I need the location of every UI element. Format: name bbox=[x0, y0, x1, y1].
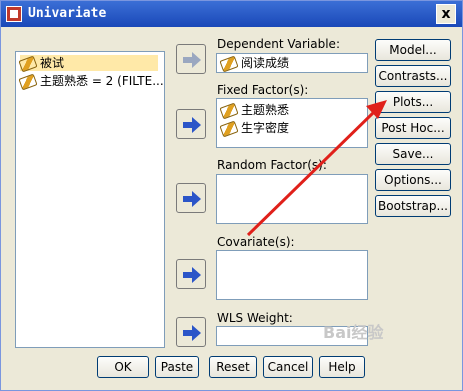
annotation-arrow-line bbox=[246, 111, 375, 237]
annotation-arrow bbox=[246, 100, 387, 237]
